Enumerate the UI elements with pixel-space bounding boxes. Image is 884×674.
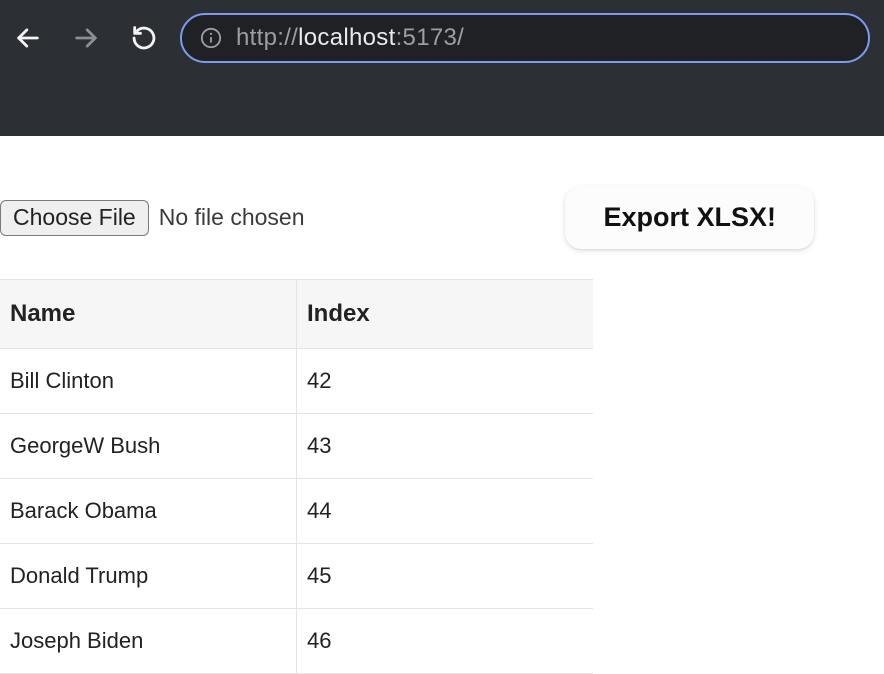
cell-index: 42 — [297, 349, 594, 414]
table-wrap: Name Index Bill Clinton 42 GeorgeW Bush … — [0, 279, 593, 674]
export-button[interactable]: Export XLSX! — [565, 186, 814, 249]
file-picker: Choose File No file chosen — [0, 200, 304, 236]
table-row: GeorgeW Bush 43 — [0, 414, 593, 479]
cell-index: 45 — [297, 544, 594, 609]
url-bar[interactable]: http://localhost:5173/ — [180, 13, 870, 63]
info-icon[interactable] — [200, 27, 222, 49]
table-row: Joseph Biden 46 — [0, 609, 593, 674]
cell-name: GeorgeW Bush — [0, 414, 297, 479]
choose-file-button[interactable]: Choose File — [0, 200, 149, 236]
back-icon[interactable] — [14, 24, 42, 52]
cell-index: 44 — [297, 479, 594, 544]
data-table: Name Index Bill Clinton 42 GeorgeW Bush … — [0, 279, 593, 674]
header-index: Index — [297, 280, 594, 349]
browser-spacer — [0, 76, 884, 136]
cell-index: 46 — [297, 609, 594, 674]
url-host: localhost — [298, 24, 395, 51]
reload-icon[interactable] — [130, 24, 158, 52]
url-port: :5173 — [396, 24, 458, 51]
url-scheme: http:// — [236, 24, 298, 51]
browser-top-bar: http://localhost:5173/ — [0, 0, 884, 76]
forward-icon — [72, 24, 100, 52]
page-content: Choose File No file chosen Export XLSX! … — [0, 136, 884, 674]
nav-icons — [14, 24, 158, 52]
url-text: http://localhost:5173/ — [236, 24, 464, 52]
table-header-row: Name Index — [0, 280, 593, 349]
url-path: / — [457, 24, 464, 51]
table-row: Donald Trump 45 — [0, 544, 593, 609]
cell-name: Bill Clinton — [0, 349, 297, 414]
no-file-text: No file chosen — [159, 204, 305, 231]
cell-name: Donald Trump — [0, 544, 297, 609]
cell-index: 43 — [297, 414, 594, 479]
cell-name: Joseph Biden — [0, 609, 297, 674]
controls-row: Choose File No file chosen Export XLSX! — [0, 186, 884, 279]
table-row: Barack Obama 44 — [0, 479, 593, 544]
header-name: Name — [0, 280, 297, 349]
cell-name: Barack Obama — [0, 479, 297, 544]
table-row: Bill Clinton 42 — [0, 349, 593, 414]
